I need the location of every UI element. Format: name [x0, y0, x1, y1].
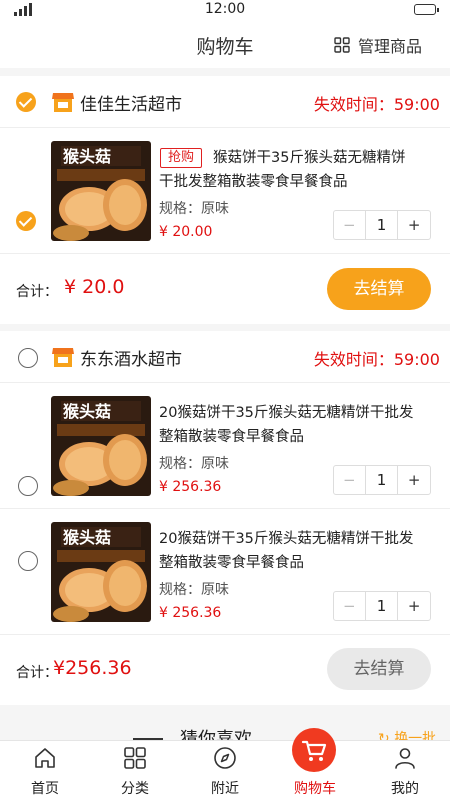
decrease-button[interactable]: −	[334, 592, 366, 620]
store-select-checkbox[interactable]	[18, 348, 38, 368]
tab-label: 我的	[391, 781, 419, 797]
increase-button[interactable]: +	[398, 466, 430, 494]
tab-label: 附近	[211, 781, 239, 797]
cart-item: 猴头菇 20猴菇饼干35斤猴头菇无糖精饼干批发整箱散装零食早餐食品 规格：原味 …	[0, 509, 450, 635]
product-image[interactable]: 猴头菇	[51, 396, 151, 496]
grid-icon	[124, 747, 146, 769]
product-image-text: 猴头菇	[63, 402, 111, 421]
product-price: ¥ 20.00	[159, 224, 213, 240]
checkout-button[interactable]: 去结算	[327, 268, 431, 310]
tab-nearby[interactable]: 附近	[180, 741, 270, 800]
product-image[interactable]: 猴头菇	[51, 522, 151, 622]
clock: 12:00	[204, 1, 246, 17]
cart-icon	[292, 728, 336, 772]
quantity-stepper: − 1 +	[333, 210, 431, 240]
increase-button[interactable]: +	[398, 592, 430, 620]
refresh-button[interactable]: ↻ 换一批	[378, 728, 436, 740]
person-icon	[395, 748, 415, 769]
store-name: 佳佳生活超市	[80, 95, 182, 115]
item-select-checkbox[interactable]	[18, 551, 38, 571]
tab-label: 购物车	[294, 781, 336, 797]
refresh-icon: ↻	[378, 731, 390, 740]
cart-item: 猴头菇 20猴菇饼干35斤猴头菇无糖精饼干批发整箱散装零食早餐食品 规格：原味 …	[0, 383, 450, 509]
product-name[interactable]: 20猴菇饼干35斤猴头菇无糖精饼干批发整箱散装零食早餐食品	[159, 527, 419, 575]
quantity-value[interactable]: 1	[366, 466, 399, 494]
total-value: ¥ 20.0	[64, 276, 125, 298]
guess-you-like-section: 猜你喜欢 ↻ 换一批	[0, 716, 450, 740]
product-name[interactable]: 20猴菇饼干35斤猴头菇无糖精饼干批发整箱散装零食早餐食品	[159, 401, 419, 449]
store-total-row: 合计： ¥256.36 去结算	[0, 635, 450, 705]
expire-time: 失效时间：59:00	[313, 95, 440, 114]
product-spec: 规格：原味	[159, 582, 229, 598]
tab-cart[interactable]: 购物车	[270, 728, 360, 800]
store-select-checkbox[interactable]	[16, 92, 36, 112]
manage-items-button[interactable]: 管理商品	[334, 33, 422, 57]
product-image-text: 猴头菇	[63, 147, 111, 166]
compass-icon	[214, 747, 236, 769]
product-spec: 规格：原味	[159, 201, 229, 217]
status-bar: 12:00	[0, 0, 450, 20]
battery-icon	[414, 4, 439, 15]
total-label: 合计：	[16, 665, 58, 681]
item-select-checkbox[interactable]	[18, 476, 38, 496]
manage-items-label: 管理商品	[357, 37, 422, 56]
store-name: 东东酒水超市	[80, 350, 182, 370]
store-icon	[52, 93, 74, 112]
decrease-button[interactable]: −	[334, 211, 366, 239]
item-select-checkbox[interactable]	[16, 211, 36, 231]
nav-bar: 购物车 管理商品	[0, 20, 450, 68]
quantity-value[interactable]: 1	[366, 211, 399, 239]
store-card: 东东酒水超市 失效时间：59:00 猴头菇 20猴菇饼干35斤猴头菇无糖精饼干批…	[0, 331, 450, 705]
tab-category[interactable]: 分类	[90, 741, 180, 800]
expire-time: 失效时间：59:00	[313, 350, 440, 369]
refresh-label: 换一批	[394, 731, 437, 740]
store-header: 东东酒水超市 失效时间：59:00	[0, 331, 450, 383]
section-title: 猜你喜欢	[180, 729, 252, 740]
store-icon	[52, 348, 74, 367]
quantity-value[interactable]: 1	[366, 592, 399, 620]
grid-icon	[334, 37, 350, 53]
home-icon	[35, 748, 55, 768]
store-header: 佳佳生活超市 失效时间：59:00	[0, 76, 450, 128]
quantity-stepper: − 1 +	[333, 465, 431, 495]
total-label: 合计：	[16, 284, 58, 300]
tab-label: 分类	[121, 781, 149, 797]
tab-bar: 首页 分类 附近 购物车 我的	[0, 728, 450, 800]
product-image[interactable]: 猴头菇	[51, 141, 151, 241]
product-price: ¥ 256.36	[159, 605, 222, 621]
tab-label: 首页	[31, 781, 59, 797]
total-value: ¥256.36	[53, 657, 132, 679]
cart-item: 猴头菇 猴菇饼干35斤猴头菇无糖精饼干批发整箱散装零食早餐食品 抢购 规格：原味…	[0, 128, 450, 254]
store-total-row: 合计： ¥ 20.0 去结算	[0, 254, 450, 324]
product-price: ¥ 256.36	[159, 479, 222, 495]
quantity-stepper: − 1 +	[333, 591, 431, 621]
tab-mine[interactable]: 我的	[360, 741, 450, 800]
flash-sale-tag: 抢购	[160, 148, 202, 168]
checkout-button[interactable]: 去结算	[327, 648, 431, 690]
store-card: 佳佳生活超市 失效时间：59:00 猴头菇 猴菇饼干35斤猴头菇无糖精饼干批发整…	[0, 76, 450, 324]
increase-button[interactable]: +	[398, 211, 430, 239]
product-spec: 规格：原味	[159, 456, 229, 472]
tab-home[interactable]: 首页	[0, 741, 90, 800]
product-image-text: 猴头菇	[63, 528, 111, 547]
decrease-button[interactable]: −	[334, 466, 366, 494]
